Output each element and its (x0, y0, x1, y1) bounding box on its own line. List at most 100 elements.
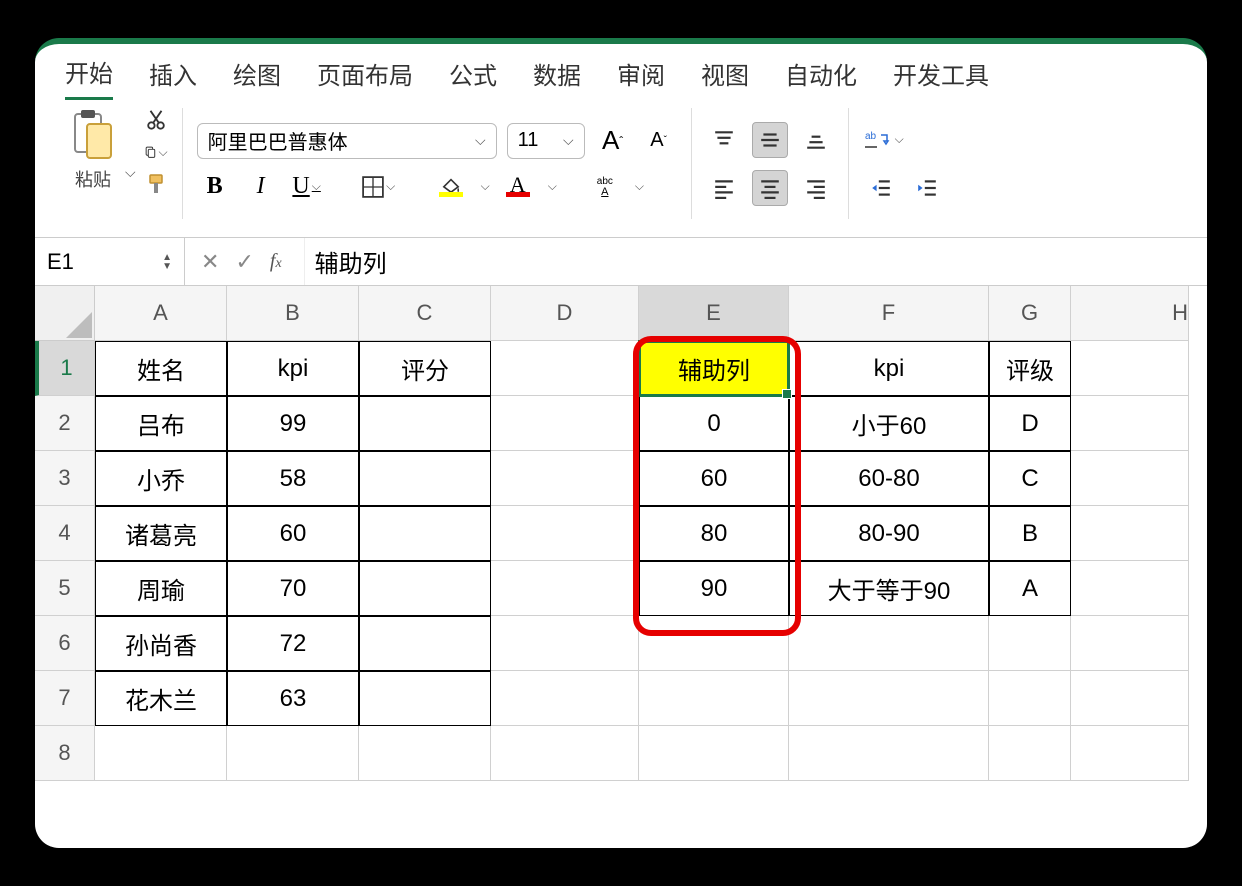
cell-H6[interactable] (1071, 616, 1189, 671)
spreadsheet-grid[interactable]: A B C D E F G H 1 姓名 kpi 评分 辅助列 kpi 评级 2… (35, 286, 1207, 781)
row-header-2[interactable]: 2 (35, 396, 95, 451)
fill-color-button[interactable] (433, 169, 469, 205)
cell-F6[interactable] (789, 616, 989, 671)
cell-B1[interactable]: kpi (227, 341, 359, 396)
increase-indent-button[interactable] (909, 170, 945, 206)
cell-B3[interactable]: 58 (227, 451, 359, 506)
italic-button[interactable]: I (243, 169, 279, 205)
cell-F8[interactable] (789, 726, 989, 781)
cell-B5[interactable]: 70 (227, 561, 359, 616)
cell-A1[interactable]: 姓名 (95, 341, 227, 396)
align-left-button[interactable] (706, 170, 742, 206)
row-header-8[interactable]: 8 (35, 726, 95, 781)
tab-automate[interactable]: 自动化 (785, 56, 857, 99)
cell-A2[interactable]: 吕布 (95, 396, 227, 451)
cell-D2[interactable] (491, 396, 639, 451)
row-header-3[interactable]: 3 (35, 451, 95, 506)
format-painter-button[interactable] (144, 172, 168, 196)
cell-C4[interactable] (359, 506, 491, 561)
tab-home[interactable]: 开始 (65, 54, 113, 100)
bold-button[interactable]: B (197, 169, 233, 205)
cell-B7[interactable]: 63 (227, 671, 359, 726)
tab-draw[interactable]: 绘图 (233, 56, 281, 99)
cell-D4[interactable] (491, 506, 639, 561)
fx-icon[interactable]: fx (270, 250, 282, 273)
col-header-G[interactable]: G (989, 286, 1071, 341)
chevron-down-icon[interactable]: ⌵ (548, 179, 557, 194)
cell-H2[interactable] (1071, 396, 1189, 451)
col-header-C[interactable]: C (359, 286, 491, 341)
cell-D1[interactable] (491, 341, 639, 396)
decrease-indent-button[interactable] (863, 170, 899, 206)
font-color-button[interactable]: A (500, 169, 536, 205)
col-header-B[interactable]: B (227, 286, 359, 341)
cell-H4[interactable] (1071, 506, 1189, 561)
font-size-select[interactable]: 11 ⌵ (507, 123, 585, 159)
cell-D6[interactable] (491, 616, 639, 671)
cell-G2[interactable]: D (989, 396, 1071, 451)
wrap-text-button[interactable]: ab ⌵ (863, 122, 904, 158)
cell-F3[interactable]: 60-80 (789, 451, 989, 506)
phonetic-button[interactable]: abc A (587, 169, 623, 205)
col-header-A[interactable]: A (95, 286, 227, 341)
paste-button[interactable]: 粘贴 (69, 108, 117, 192)
cell-H5[interactable] (1071, 561, 1189, 616)
cell-H8[interactable] (1071, 726, 1189, 781)
name-box[interactable]: E1 ▲▼ (35, 238, 185, 285)
cell-F7[interactable] (789, 671, 989, 726)
cell-E2[interactable]: 0 (639, 396, 789, 451)
cell-A6[interactable]: 孙尚香 (95, 616, 227, 671)
cell-A5[interactable]: 周瑜 (95, 561, 227, 616)
chevron-down-icon[interactable]: ⌵ (635, 179, 644, 194)
font-name-select[interactable]: 阿里巴巴普惠体 ⌵ (197, 123, 497, 159)
cut-button[interactable] (144, 108, 168, 132)
cell-E3[interactable]: 60 (639, 451, 789, 506)
cell-A4[interactable]: 诸葛亮 (95, 506, 227, 561)
cell-E8[interactable] (639, 726, 789, 781)
font-grow-button[interactable]: Aˆ (595, 123, 631, 159)
cell-F2[interactable]: 小于60 (789, 396, 989, 451)
cell-E6[interactable] (639, 616, 789, 671)
cell-A7[interactable]: 花木兰 (95, 671, 227, 726)
borders-button[interactable]: ⌵ (361, 169, 397, 205)
cell-F4[interactable]: 80-90 (789, 506, 989, 561)
align-middle-button[interactable] (752, 122, 788, 158)
font-shrink-button[interactable]: Aˇ (641, 123, 677, 159)
cell-F1[interactable]: kpi (789, 341, 989, 396)
tab-insert[interactable]: 插入 (149, 56, 197, 99)
cell-G8[interactable] (989, 726, 1071, 781)
underline-button[interactable]: U⌵ (289, 169, 325, 205)
cell-E1[interactable]: 辅助列 (639, 341, 789, 396)
cell-E4[interactable]: 80 (639, 506, 789, 561)
tab-review[interactable]: 审阅 (617, 56, 665, 99)
cell-C8[interactable] (359, 726, 491, 781)
cell-B6[interactable]: 72 (227, 616, 359, 671)
select-all-corner[interactable] (35, 286, 95, 341)
cell-G1[interactable]: 评级 (989, 341, 1071, 396)
row-header-6[interactable]: 6 (35, 616, 95, 671)
cell-B2[interactable]: 99 (227, 396, 359, 451)
cell-D5[interactable] (491, 561, 639, 616)
chevron-down-icon[interactable]: ⌵ (125, 164, 136, 181)
name-box-spinner[interactable]: ▲▼ (162, 253, 172, 271)
cell-H7[interactable] (1071, 671, 1189, 726)
cell-C6[interactable] (359, 616, 491, 671)
cell-B8[interactable] (227, 726, 359, 781)
tab-developer[interactable]: 开发工具 (893, 56, 989, 99)
cell-H3[interactable] (1071, 451, 1189, 506)
cell-G7[interactable] (989, 671, 1071, 726)
formula-input[interactable] (304, 238, 1207, 285)
align-right-button[interactable] (798, 170, 834, 206)
row-header-4[interactable]: 4 (35, 506, 95, 561)
cell-H1[interactable] (1071, 341, 1189, 396)
cell-C3[interactable] (359, 451, 491, 506)
cell-D8[interactable] (491, 726, 639, 781)
chevron-down-icon[interactable]: ⌵ (159, 145, 168, 160)
cell-G5[interactable]: A (989, 561, 1071, 616)
align-center-button[interactable] (752, 170, 788, 206)
tab-view[interactable]: 视图 (701, 56, 749, 99)
cell-E7[interactable] (639, 671, 789, 726)
cancel-formula-button[interactable]: ✕ (201, 249, 219, 275)
chevron-down-icon[interactable]: ⌵ (481, 179, 490, 194)
cell-D7[interactable] (491, 671, 639, 726)
